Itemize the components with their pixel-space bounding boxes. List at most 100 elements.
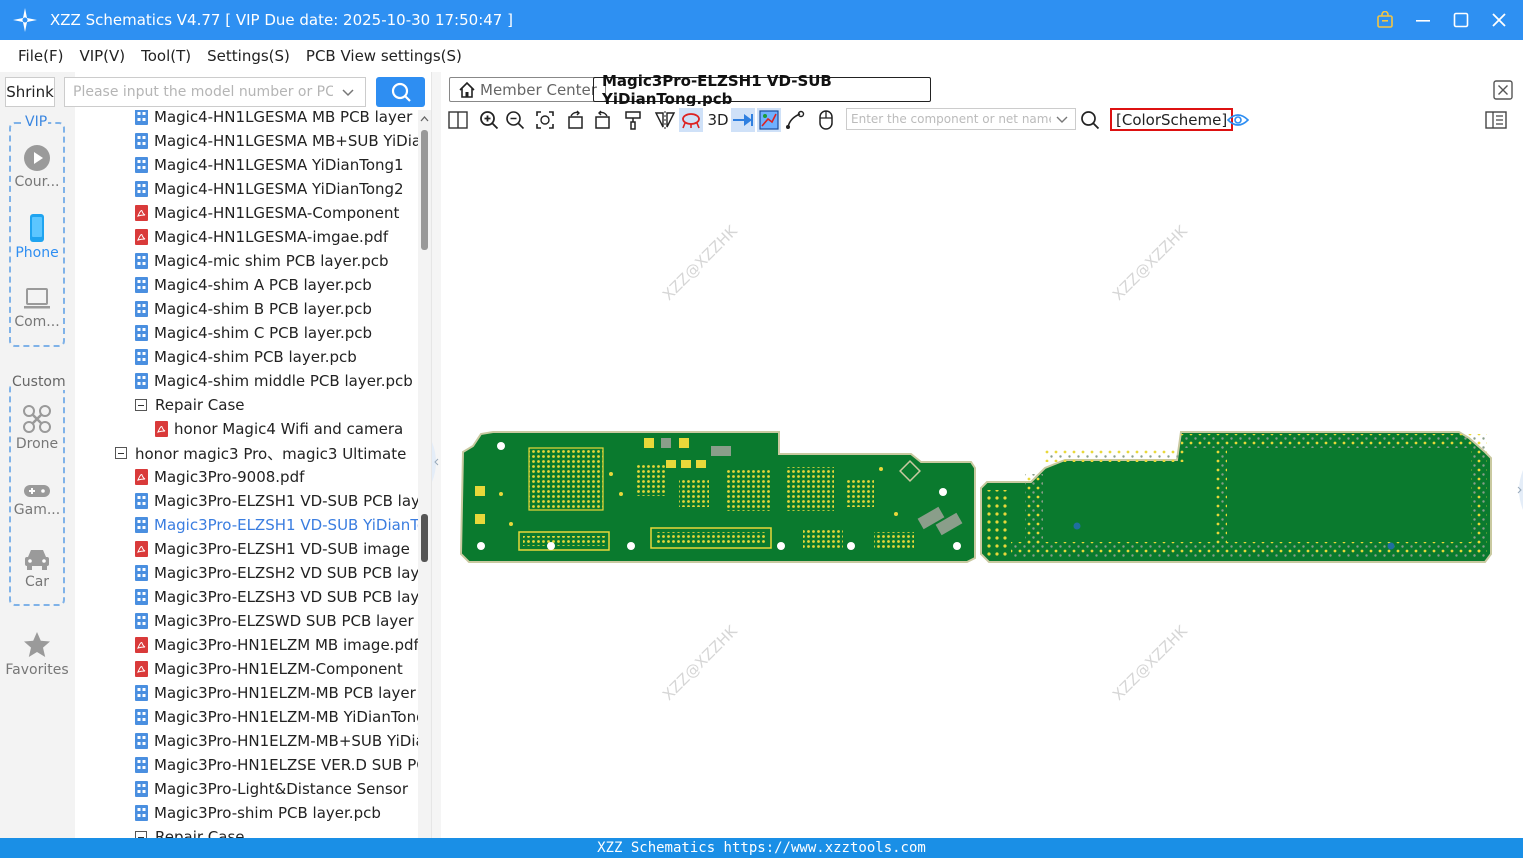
color-scheme-button[interactable]: [ColorScheme] (1110, 108, 1234, 131)
tree-file[interactable]: Magic4-shim C PCB layer.pcb (135, 321, 418, 345)
collapse-toggle-icon[interactable] (135, 831, 147, 838)
tree-folder[interactable]: Repair Case (135, 393, 418, 417)
model-search-input[interactable] (73, 84, 333, 100)
rotate-right-button[interactable] (590, 108, 614, 132)
mirror-button[interactable] (653, 108, 677, 132)
tree-file[interactable]: Magic3Pro-9008.pdf (135, 465, 418, 489)
tree-folder[interactable]: honor magic3 Pro、magic3 Ultimate (115, 441, 418, 465)
component-search-box (846, 108, 1076, 130)
pane-splitter[interactable] (431, 72, 441, 838)
tree-file[interactable]: Magic3Pro-HN1ELZM-MB YiDianTong (135, 705, 418, 729)
close-button[interactable] (1485, 6, 1513, 34)
fit-view-button[interactable] (533, 108, 557, 132)
tree-file[interactable]: Magic4-HN1LGESMA MB+SUB YiDianTong (135, 129, 418, 153)
mouse-mode-button[interactable] (814, 108, 838, 132)
pdf-file-icon (135, 469, 148, 485)
shrink-button[interactable]: Shrink (5, 77, 55, 107)
pin-mode-button[interactable] (731, 108, 755, 132)
tree-file[interactable]: Magic4-HN1LGESMA-imgae.pdf (135, 225, 418, 249)
tree-file[interactable]: Magic3Pro-HN1ELZM-MB PCB layer (135, 681, 418, 705)
tree-file[interactable]: Magic3Pro-ELZSH3 VD SUB PCB layer (135, 585, 418, 609)
tree-file[interactable]: Magic3Pro-HN1ELZM MB image.pdf (135, 633, 418, 657)
tree-file[interactable]: Magic3Pro-shim PCB layer.pcb (135, 801, 418, 825)
rail-item-drone[interactable]: Drone (0, 404, 74, 452)
tree-item-label: Magic4-shim middle PCB layer.pcb (154, 372, 413, 390)
tree-file[interactable]: Magic4-shim A PCB layer.pcb (135, 273, 418, 297)
tree-file[interactable]: Magic4-shim middle PCB layer.pcb (135, 369, 418, 393)
component-search-button[interactable] (1078, 108, 1102, 132)
laptop-icon (24, 288, 50, 309)
tree-folder[interactable]: Repair Case (135, 825, 418, 838)
tree-file[interactable]: Magic3Pro-HN1ELZM-MB+SUB YiDianTong (135, 729, 418, 753)
component-search-input[interactable] (851, 112, 1051, 126)
tree-file[interactable]: Magic3Pro-ELZSH1 VD-SUB PCB layer (135, 489, 418, 513)
rail-item-label: Com... (14, 314, 60, 330)
tree-file[interactable]: Magic4-shim B PCB layer.pcb (135, 297, 418, 321)
tree-file[interactable]: Magic3Pro-ELZSH1 VD-SUB YiDianTong (135, 513, 418, 537)
collapse-toggle-icon[interactable] (115, 447, 127, 459)
search-button[interactable] (376, 77, 425, 107)
tree-scrollbar[interactable] (418, 110, 431, 838)
rotate-left-button[interactable] (564, 108, 588, 132)
tree-file[interactable]: Magic4-HN1LGESMA-Component (135, 201, 418, 225)
tab-active-file[interactable]: Magic3Pro-ELZSH1 VD-SUB YiDianTong.pcb (593, 72, 931, 108)
tree-file[interactable]: Magic4-HN1LGESMA YiDianTong2 (135, 177, 418, 201)
tree-file[interactable]: Magic4-shim PCB layer.pcb (135, 345, 418, 369)
app-window: XZZ Schematics V4.77 [ VIP Due date: 202… (0, 0, 1523, 858)
three-d-button[interactable]: 3D (705, 108, 731, 132)
chevron-down-icon[interactable] (341, 86, 355, 100)
board-net-icon (759, 110, 779, 130)
tree-file[interactable]: Magic4-HN1LGESMA YiDianTong1 (135, 153, 418, 177)
pcb-canvas[interactable]: XZZ@XZZHK XZZ@XZZHK XZZ@XZZHK XZZ@XZZHK (441, 134, 1523, 838)
rail-item-phone[interactable]: Phone (0, 213, 74, 261)
rail-item-game[interactable]: Gam... (0, 482, 74, 518)
close-tab-icon[interactable] (1493, 80, 1513, 100)
collapse-toggle-icon[interactable] (135, 399, 147, 411)
tree-file[interactable]: honor Magic4 Wifi and camera (155, 417, 418, 441)
tree-file[interactable]: Magic4-mic shim PCB layer.pcb (135, 249, 418, 273)
tree-file[interactable]: Magic3Pro-HN1ELZM-Component (135, 657, 418, 681)
rail-item-favorites[interactable]: Favorites (0, 630, 74, 678)
tree-file[interactable]: Magic3Pro-ELZSH1 VD-SUB image (135, 537, 418, 561)
menu-pcb-view-settings[interactable]: PCB View settings(S) (298, 47, 470, 65)
rail-item-car[interactable]: Car (0, 546, 74, 590)
scroll-thumb[interactable] (421, 130, 428, 250)
menu-tool[interactable]: Tool(T) (133, 47, 199, 65)
minimize-button[interactable] (1409, 6, 1437, 34)
rail-item-course[interactable]: Cour... (0, 144, 74, 190)
split-view-button[interactable] (446, 108, 470, 132)
tree-file[interactable]: Magic3Pro-ELZSH2 VD SUB PCB layer (135, 561, 418, 585)
net-display-button[interactable] (757, 108, 781, 132)
pcb-board-drawing[interactable] (441, 134, 1523, 838)
scroll-up-icon[interactable] (418, 113, 431, 125)
brush-button[interactable] (621, 108, 645, 132)
zoom-out-button[interactable] (503, 108, 527, 132)
tree-item-label: Magic4-HN1LGESMA YiDianTong2 (154, 180, 404, 198)
vip-bag-button[interactable] (1371, 6, 1399, 34)
tab-member-center[interactable]: Member Center (449, 77, 606, 102)
menu-vip[interactable]: VIP(V) (71, 47, 133, 65)
pcb-file-icon (135, 709, 148, 725)
zoom-in-button[interactable] (477, 108, 501, 132)
menu-file[interactable]: File(F) (10, 47, 71, 65)
menu-settings[interactable]: Settings(S) (199, 47, 298, 65)
maximize-icon (1453, 12, 1469, 28)
rail-item-computer[interactable]: Com... (0, 286, 74, 330)
tree-file[interactable]: Magic4-HN1LGESMA MB PCB layer (135, 110, 418, 129)
side-panel-button[interactable] (1484, 108, 1508, 132)
pcb-file-icon (135, 613, 148, 629)
tree-item-label: honor Magic4 Wifi and camera (174, 420, 404, 438)
chevron-down-icon[interactable] (1055, 113, 1069, 127)
tree-file[interactable]: Magic3Pro-Light&Distance Sensor (135, 777, 418, 801)
highlight-net-button[interactable] (679, 108, 703, 132)
tree-file[interactable]: Magic3Pro-ELZSWD SUB PCB layer (135, 609, 418, 633)
trace-button[interactable] (783, 108, 807, 132)
rotate-right-icon (595, 110, 610, 129)
maximize-button[interactable] (1447, 6, 1475, 34)
collapse-right-icon[interactable] (1515, 470, 1523, 510)
visibility-button[interactable] (1226, 108, 1250, 132)
menu-bar: File(F) VIP(V) Tool(T) Settings(S) PCB V… (0, 40, 1523, 72)
tree-item-label: Magic3Pro-HN1ELZSE VER.D SUB PCB (154, 756, 418, 774)
scroll-thumb-secondary[interactable] (421, 514, 428, 562)
tree-file[interactable]: Magic3Pro-HN1ELZSE VER.D SUB PCB (135, 753, 418, 777)
